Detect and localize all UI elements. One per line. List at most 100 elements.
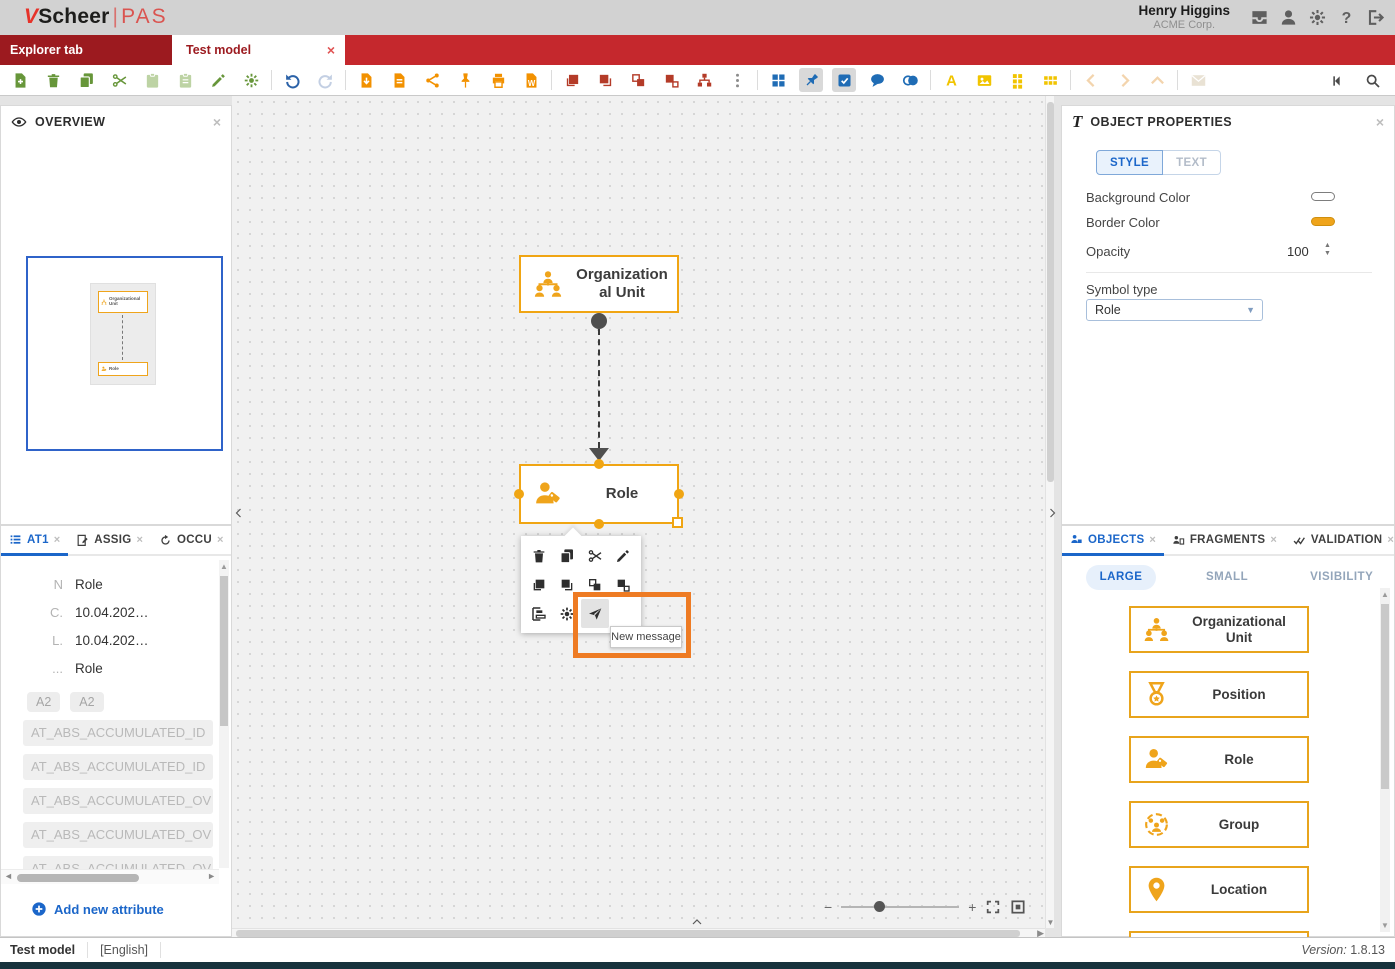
logout-icon[interactable]	[1366, 8, 1385, 27]
fit-to-screen-icon[interactable]	[1010, 899, 1026, 915]
close-tab-icon[interactable]: ×	[1149, 534, 1155, 546]
tab-test-model[interactable]: Test model ×	[172, 35, 345, 65]
send-backward-button[interactable]	[659, 68, 683, 92]
new-message-button[interactable]	[581, 599, 609, 628]
spinner-down-icon[interactable]: ▼	[1324, 250, 1331, 257]
trash-button[interactable]	[41, 68, 65, 92]
node-organizational-unit[interactable]: Organizational Unit	[519, 255, 679, 313]
fullscreen-icon[interactable]	[985, 899, 1001, 915]
settings-icon[interactable]	[1308, 8, 1327, 27]
word-export-button[interactable]: W	[519, 68, 543, 92]
export-file-button[interactable]	[387, 68, 411, 92]
trash-button[interactable]	[525, 541, 553, 570]
size-tab-small[interactable]: SMALL	[1206, 571, 1248, 583]
grid-layout-button[interactable]	[766, 68, 790, 92]
scroll-up-icon[interactable]: ▲	[1380, 590, 1390, 599]
settings-button[interactable]	[553, 599, 581, 628]
canvas-horizontal-scrollbar[interactable]: ▶	[232, 928, 1045, 937]
tab-explorer[interactable]: Explorer tab	[0, 35, 172, 65]
share-button[interactable]	[420, 68, 444, 92]
edge-dashed-line[interactable]	[598, 329, 600, 448]
close-tab-icon[interactable]: ×	[54, 534, 60, 546]
undo-button[interactable]	[280, 68, 304, 92]
left-panel-collapse-icon[interactable]	[233, 505, 245, 526]
grid-small-button[interactable]	[1005, 68, 1029, 92]
spinner-up-icon[interactable]: ▲	[1324, 242, 1331, 249]
scrollbar-thumb[interactable]	[1047, 102, 1054, 482]
settings-button[interactable]	[239, 68, 263, 92]
bring-to-front-button[interactable]	[560, 68, 584, 92]
text-button[interactable]: A	[939, 68, 963, 92]
copy-button[interactable]	[74, 68, 98, 92]
attribute-field[interactable]: AT_ABS_ACCUMULATED_OV	[23, 788, 213, 814]
bring-forward-button[interactable]	[626, 68, 650, 92]
node-bottom-handle[interactable]	[594, 519, 604, 529]
comment-button[interactable]	[865, 68, 889, 92]
search-button[interactable]	[1361, 69, 1385, 93]
checkbox-button[interactable]	[832, 68, 856, 92]
user-icon[interactable]	[1279, 8, 1298, 27]
send-to-back-button[interactable]	[553, 570, 581, 599]
node-right-handle[interactable]	[674, 489, 684, 499]
node-top-handle[interactable]	[594, 459, 604, 469]
zoom-out-button[interactable]: −	[824, 900, 832, 914]
grid-large-button[interactable]	[1038, 68, 1062, 92]
scroll-down-icon[interactable]: ▼	[1380, 921, 1390, 930]
attributes-horizontal-scrollbar[interactable]: ◄ ►	[1, 869, 219, 885]
scroll-left-icon[interactable]: ◄	[4, 871, 13, 881]
attribute-field[interactable]: AT_ABS_ACCUMULATED_ID	[23, 720, 213, 746]
attribute-row[interactable]: C.10.04.202…	[1, 598, 219, 626]
size-tab-visibility[interactable]: VISIBILITY	[1310, 571, 1373, 583]
eyedropper-button[interactable]	[206, 68, 230, 92]
scrollbar-thumb[interactable]	[220, 576, 228, 726]
close-panel-icon[interactable]: ×	[213, 114, 221, 130]
attribute-field[interactable]: AT_ABS_ACCUMULATED_OV	[23, 822, 213, 848]
bottom-collapse-icon[interactable]	[688, 915, 706, 933]
opacity-spinner[interactable]: ▲▼	[1324, 242, 1331, 257]
style-tab[interactable]: STYLE	[1096, 150, 1163, 175]
attribute-row[interactable]: ...Role	[1, 654, 219, 682]
tab-objects[interactable]: OBJECTS×	[1062, 526, 1164, 556]
right-panel-collapse-icon[interactable]	[1046, 505, 1058, 526]
more-vertical-button[interactable]	[725, 68, 749, 92]
scrollbar-thumb[interactable]	[1381, 604, 1389, 789]
minimap-viewport[interactable]: Organizational Unit Role	[26, 256, 223, 451]
close-tab-icon[interactable]: ×	[137, 534, 143, 546]
scissors-button[interactable]	[581, 541, 609, 570]
pin-connector-button[interactable]	[799, 68, 823, 92]
attribute-badge[interactable]: A2	[70, 692, 103, 712]
palette-item-organizational-unit[interactable]: Organizational Unit	[1129, 606, 1309, 653]
scrollbar-thumb[interactable]	[236, 930, 1020, 937]
status-language[interactable]: [English]	[100, 943, 148, 957]
close-tab-icon[interactable]: ×	[1270, 534, 1276, 546]
copy-button[interactable]	[553, 541, 581, 570]
image-button[interactable]	[972, 68, 996, 92]
add-new-attribute-button[interactable]: Add new attribute	[31, 901, 164, 917]
scissors-button[interactable]	[107, 68, 131, 92]
attribute-row[interactable]: L.10.04.202…	[1, 626, 219, 654]
size-tab-large[interactable]: LARGE	[1086, 565, 1156, 590]
edge-origin-handle[interactable]	[591, 313, 607, 329]
send-backward-button[interactable]	[609, 570, 637, 599]
bring-forward-button[interactable]	[581, 570, 609, 599]
tab-fragments[interactable]: FRAGMENTS×	[1164, 526, 1285, 554]
hierarchy-layout-button[interactable]	[692, 68, 716, 92]
zoom-slider[interactable]	[841, 906, 959, 908]
palette-item-position[interactable]: Position	[1129, 671, 1309, 718]
eyedropper-button[interactable]	[609, 541, 637, 570]
attribute-field[interactable]: AT_ABS_ACCUMULATED_ID	[23, 754, 213, 780]
scrollbar-thumb[interactable]	[17, 874, 139, 882]
toggle-visibility-button[interactable]	[898, 68, 922, 92]
pin-button[interactable]	[453, 68, 477, 92]
palette-scrollbar[interactable]: ▲ ▼	[1380, 588, 1390, 932]
new-file-button[interactable]	[8, 68, 32, 92]
tab-at1[interactable]: AT1×	[1, 526, 68, 556]
node-resize-handle[interactable]	[672, 517, 683, 528]
symbol-type-dropdown[interactable]: Role ▼	[1086, 299, 1263, 321]
send-to-back-button[interactable]	[593, 68, 617, 92]
node-left-handle[interactable]	[514, 489, 524, 499]
palette-item-location[interactable]: Location	[1129, 866, 1309, 913]
palette-item-group[interactable]: Group	[1129, 801, 1309, 848]
attribute-field[interactable]: AT_ABS_ACCUMULATED_OV	[23, 856, 213, 869]
palette-item-role[interactable]: Role	[1129, 736, 1309, 783]
